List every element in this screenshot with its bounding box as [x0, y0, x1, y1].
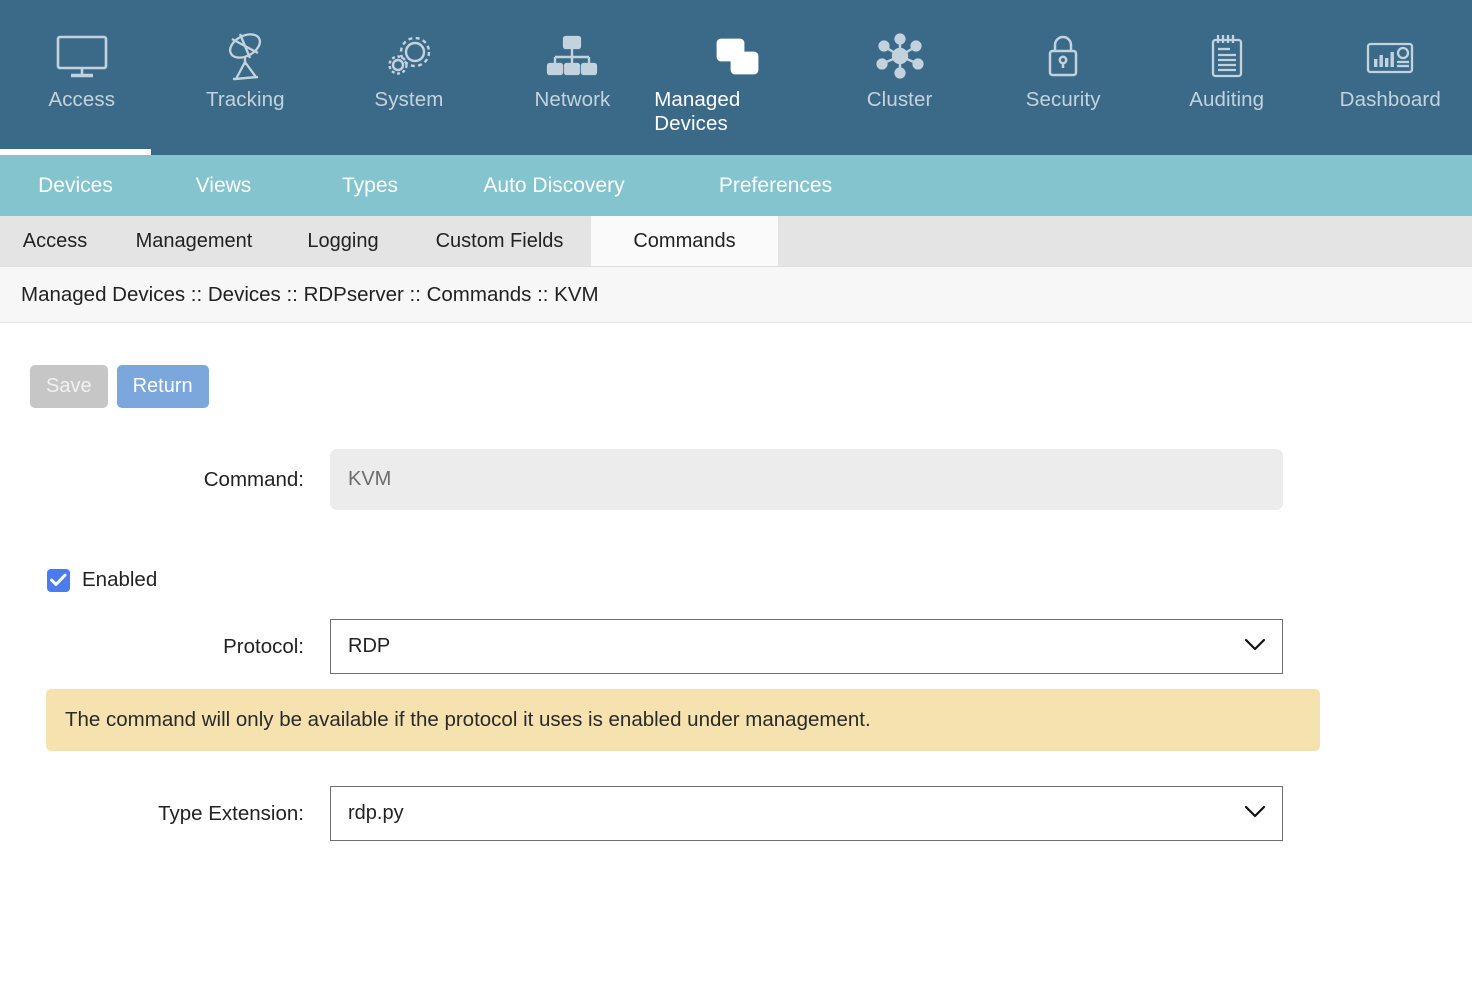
tab-label: Commands	[633, 229, 736, 252]
subnav-item-views[interactable]: Views	[151, 155, 296, 216]
topnav-item-tracking[interactable]: Tracking	[164, 0, 328, 155]
tab-commands[interactable]: Commands	[591, 216, 778, 266]
command-input: KVM	[330, 449, 1283, 510]
windows-stack-icon	[707, 28, 765, 86]
subnav-label: Devices	[38, 174, 113, 197]
return-button[interactable]: Return	[116, 365, 209, 408]
hub-nodes-icon	[873, 28, 927, 86]
tab-label: Management	[135, 229, 253, 252]
type-extension-select[interactable]: rdp.py	[330, 786, 1283, 841]
subnav-item-auto-discovery[interactable]: Auto Discovery	[444, 155, 664, 216]
type-extension-label: Type Extension:	[158, 801, 304, 825]
protocol-notice: The command will only be available if th…	[46, 689, 1320, 751]
page-content: Save Return Command: KVM Enabled Protoco…	[0, 323, 1472, 955]
subnav-label: Views	[195, 174, 252, 197]
topnav-label: Auditing	[1189, 88, 1265, 111]
action-button-row: Save Return	[30, 365, 209, 408]
subnav-label: Auto Discovery	[483, 174, 625, 197]
topnav-item-auditing[interactable]: Auditing	[1145, 0, 1309, 155]
dashboard-chart-icon	[1362, 28, 1418, 86]
command-label: Command:	[203, 467, 304, 491]
protocol-select-wrap: RDP	[330, 619, 1283, 674]
subnav-item-types[interactable]: Types	[296, 155, 444, 216]
topnav-label: Cluster	[866, 88, 933, 111]
tab-label: Logging	[307, 229, 379, 252]
command-input-wrap: KVM	[330, 449, 1283, 510]
breadcrumb-text: Managed Devices :: Devices :: RDPserver …	[21, 282, 599, 306]
sitemap-icon	[545, 28, 599, 86]
protocol-field-row: Protocol: RDP	[0, 619, 1283, 674]
type-extension-field-row: Type Extension: rdp.py	[0, 786, 1283, 841]
monitor-icon	[55, 28, 109, 86]
topnav-item-security[interactable]: Security	[981, 0, 1145, 155]
check-icon	[50, 573, 67, 586]
breadcrumb: Managed Devices :: Devices :: RDPserver …	[0, 267, 1472, 323]
tab-custom-fields[interactable]: Custom Fields	[408, 216, 591, 266]
secondary-navigation: Devices Views Types Auto Discovery Prefe…	[0, 155, 1472, 216]
subnav-label: Preferences	[718, 174, 833, 197]
protocol-label: Protocol:	[223, 634, 304, 658]
topnav-label: System	[374, 88, 444, 111]
subnav-item-devices[interactable]: Devices	[0, 155, 151, 216]
command-field-row: Command: KVM	[0, 449, 1283, 510]
topnav-label: Managed Devices	[654, 88, 741, 135]
topnav-item-managed-devices[interactable]: Managed Devices	[654, 0, 818, 155]
topnav-label: Tracking	[206, 88, 285, 111]
topnav-item-cluster[interactable]: Cluster	[818, 0, 982, 155]
enabled-checkbox-row: Enabled	[47, 568, 157, 592]
satellite-dish-icon	[218, 28, 272, 86]
protocol-notice-text: The command will only be available if th…	[65, 708, 871, 731]
subnav-label: Types	[341, 174, 399, 197]
tab-access[interactable]: Access	[0, 216, 110, 266]
tab-bar: Access Management Logging Custom Fields …	[0, 216, 1472, 267]
save-button[interactable]: Save	[30, 365, 108, 408]
topnav-label: Network	[534, 88, 611, 111]
enabled-checkbox[interactable]	[47, 568, 70, 592]
topnav-item-network[interactable]: Network	[491, 0, 655, 155]
tab-logging[interactable]: Logging	[278, 216, 408, 266]
tab-label: Access	[22, 229, 88, 252]
protocol-select[interactable]: RDP	[330, 619, 1283, 674]
type-extension-select-wrap: rdp.py	[330, 786, 1283, 841]
notepad-icon	[1203, 28, 1251, 86]
tab-management[interactable]: Management	[110, 216, 278, 266]
topnav-label: Access	[48, 88, 116, 111]
gears-icon	[381, 28, 437, 86]
topnav-label: Dashboard	[1339, 88, 1441, 111]
active-section-indicator	[0, 149, 151, 155]
subnav-item-preferences[interactable]: Preferences	[664, 155, 887, 216]
primary-navigation: Access Tracking System Network Managed D…	[0, 0, 1472, 155]
topnav-label: Security	[1025, 88, 1101, 111]
enabled-label: Enabled	[82, 568, 158, 591]
topnav-item-system[interactable]: System	[327, 0, 491, 155]
topnav-item-access[interactable]: Access	[0, 0, 164, 155]
topnav-item-dashboard[interactable]: Dashboard	[1309, 0, 1472, 155]
padlock-icon	[1039, 28, 1087, 86]
tab-label: Custom Fields	[435, 229, 564, 252]
tab-bar-filler	[778, 216, 1472, 266]
